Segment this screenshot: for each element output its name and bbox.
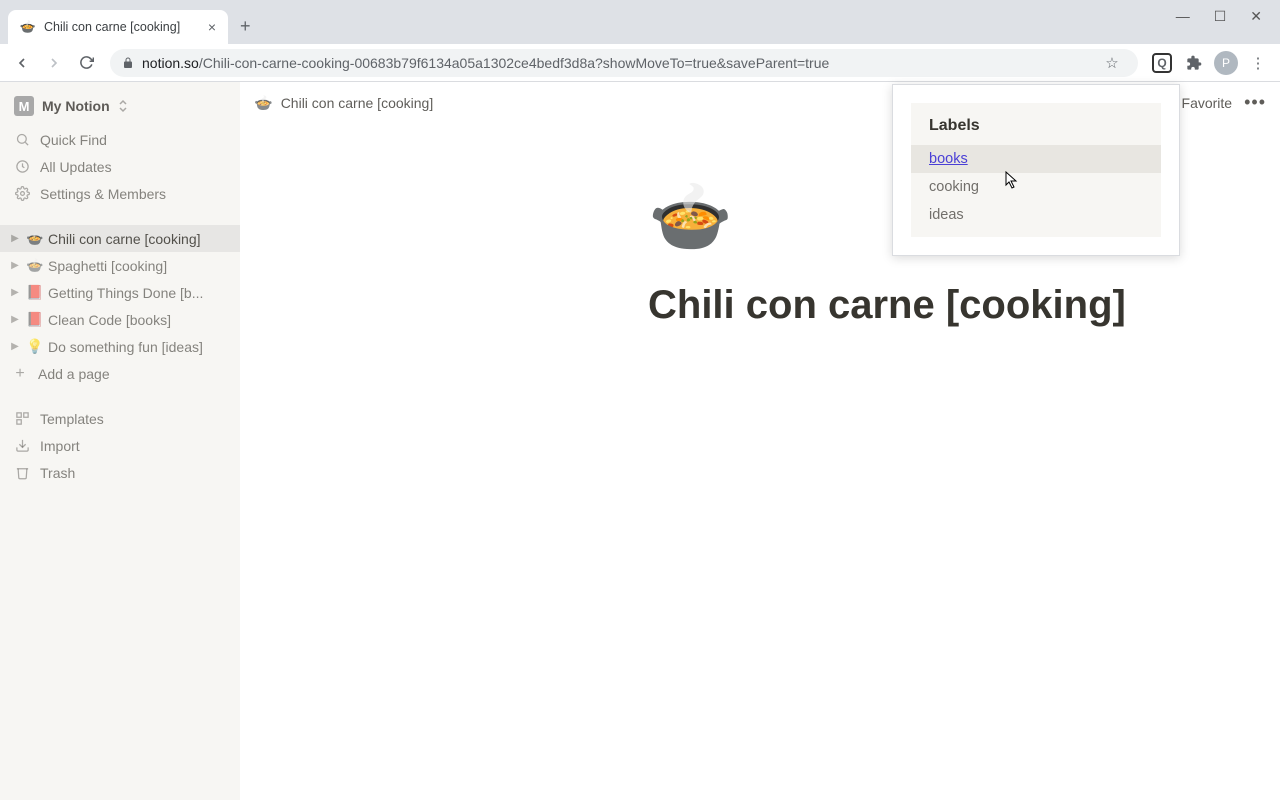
download-icon [14, 438, 30, 453]
new-tab-button[interactable]: + [228, 16, 263, 37]
sidebar-page-item[interactable]: ▶ 📕 Getting Things Done [b... [0, 279, 240, 306]
browser-chrome: — ☐ ✕ 🍲 Chili con carne [cooking] × + no… [0, 0, 1280, 82]
workspace-switcher[interactable]: M My Notion [0, 92, 240, 126]
caret-right-icon: ▶ [8, 314, 22, 325]
page-emoji-icon: 🍲 [26, 257, 44, 274]
plus-icon: + [12, 365, 28, 383]
extension-popup: Labels bookscookingideas [892, 84, 1180, 256]
page-emoji-icon: 🍲 [26, 230, 44, 247]
all-updates-label: All Updates [40, 159, 112, 175]
profile-avatar[interactable]: P [1212, 49, 1240, 77]
window-close-icon[interactable]: ✕ [1250, 8, 1262, 25]
page-list: ▶ 🍲 Chili con carne [cooking]▶ 🍲 Spaghet… [0, 225, 240, 360]
sidebar: M My Notion Quick Find All Updates Setti… [0, 82, 240, 800]
gear-icon [14, 186, 30, 201]
search-icon [14, 132, 30, 147]
quick-find-label: Quick Find [40, 132, 107, 148]
browser-toolbar: notion.so/Chili-con-carne-cooking-00683b… [0, 44, 1280, 82]
templates-label: Templates [40, 411, 104, 427]
caret-right-icon: ▶ [8, 287, 22, 298]
breadcrumb-emoji-icon: 🍲 [254, 94, 273, 112]
url-text: notion.so/Chili-con-carne-cooking-00683b… [142, 55, 1090, 71]
import[interactable]: Import [0, 432, 240, 459]
chrome-menu-icon[interactable]: ⋮ [1244, 49, 1272, 77]
page-label: Spaghetti [cooking] [48, 258, 232, 274]
caret-right-icon: ▶ [8, 341, 22, 352]
forward-button[interactable] [40, 49, 68, 77]
window-controls: — ☐ ✕ [1158, 0, 1280, 33]
app-root: M My Notion Quick Find All Updates Setti… [0, 82, 1280, 800]
bookmark-star-icon[interactable]: ☆ [1098, 49, 1126, 77]
page-emoji-icon: 📕 [26, 284, 44, 301]
browser-tab-active[interactable]: 🍲 Chili con carne [cooking] × [8, 10, 228, 44]
trash-label: Trash [40, 465, 75, 481]
templates-icon [14, 411, 30, 426]
label-item[interactable]: cooking [911, 173, 1161, 201]
page-label: Do something fun [ideas] [48, 339, 232, 355]
breadcrumb-label: Chili con carne [cooking] [281, 95, 434, 111]
page-label: Getting Things Done [b... [48, 285, 232, 301]
page-label: Clean Code [books] [48, 312, 232, 328]
all-updates[interactable]: All Updates [0, 153, 240, 180]
add-page-label: Add a page [38, 366, 110, 382]
main-area: 🍲 Chili con carne [cooking] Favorite •••… [240, 82, 1280, 800]
tab-title: Chili con carne [cooking] [44, 20, 200, 34]
trash[interactable]: Trash [0, 459, 240, 486]
sidebar-page-item[interactable]: ▶ 📕 Clean Code [books] [0, 306, 240, 333]
lock-icon [122, 57, 134, 69]
sidebar-page-item[interactable]: ▶ 💡 Do something fun [ideas] [0, 333, 240, 360]
back-button[interactable] [8, 49, 36, 77]
page-emoji-icon: 📕 [26, 311, 44, 328]
reload-button[interactable] [72, 49, 100, 77]
extensions-puzzle-icon[interactable] [1180, 49, 1208, 77]
quick-find[interactable]: Quick Find [0, 126, 240, 153]
window-minimize-icon[interactable]: — [1176, 8, 1190, 25]
trash-icon [14, 465, 30, 480]
tab-bar: 🍲 Chili con carne [cooking] × + [0, 8, 1280, 44]
url-bar[interactable]: notion.so/Chili-con-carne-cooking-00683b… [110, 49, 1138, 77]
caret-right-icon: ▶ [8, 233, 22, 244]
favorite-button[interactable]: Favorite [1182, 95, 1233, 111]
settings-members[interactable]: Settings & Members [0, 180, 240, 207]
extension-q-icon[interactable]: Q [1148, 49, 1176, 77]
page-label: Chili con carne [cooking] [48, 231, 232, 247]
workspace-logo: M [14, 96, 34, 116]
chevron-updown-icon [118, 99, 128, 113]
import-label: Import [40, 438, 80, 454]
add-page[interactable]: + Add a page [0, 360, 240, 387]
settings-label: Settings & Members [40, 186, 166, 202]
page-title[interactable]: Chili con carne [cooking] [648, 283, 1280, 328]
caret-right-icon: ▶ [8, 260, 22, 271]
sidebar-page-item[interactable]: ▶ 🍲 Spaghetti [cooking] [0, 252, 240, 279]
more-menu-icon[interactable]: ••• [1244, 92, 1266, 113]
clock-icon [14, 159, 30, 174]
page-emoji-icon: 💡 [26, 338, 44, 355]
templates[interactable]: Templates [0, 405, 240, 432]
tab-favicon-icon: 🍲 [20, 19, 36, 35]
label-item[interactable]: ideas [911, 201, 1161, 237]
sidebar-page-item[interactable]: ▶ 🍲 Chili con carne [cooking] [0, 225, 240, 252]
label-item[interactable]: books [911, 145, 1161, 173]
window-maximize-icon[interactable]: ☐ [1214, 8, 1227, 25]
popup-title: Labels [911, 103, 1161, 145]
tab-close-icon[interactable]: × [208, 19, 216, 35]
workspace-name: My Notion [42, 98, 110, 114]
